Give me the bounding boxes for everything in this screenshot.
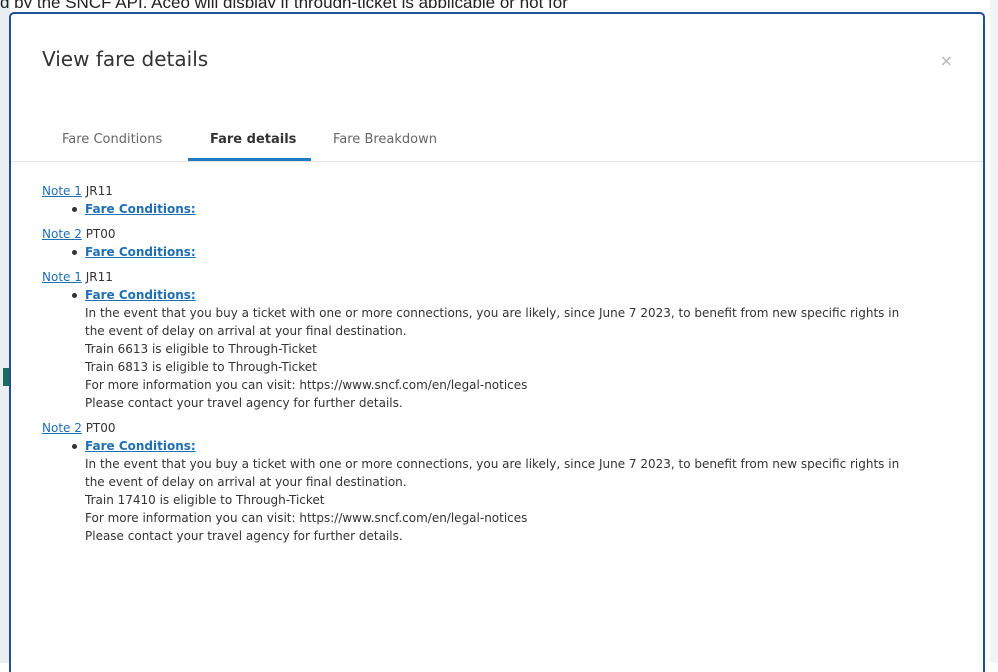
fare-condition-text: Train 17410 is eligible to Through-Ticke… (85, 493, 325, 507)
note-code: JR11 (85, 270, 113, 284)
background-right-edge (990, 0, 998, 663)
fare-condition-text: Train 6813 is eligible to Through-Ticket (85, 360, 317, 374)
fare-condition-text: Please contact your travel agency for fu… (85, 396, 403, 410)
active-tab-indicator (188, 158, 311, 161)
fare-conditions-link[interactable]: Fare Conditions: (85, 288, 196, 302)
note-list: Fare Conditions: (42, 243, 983, 261)
note-list: Fare Conditions: In the event that you b… (42, 437, 983, 545)
fare-condition-text: Please contact your travel agency for fu… (85, 529, 403, 543)
tab-fare-details[interactable]: Fare details (210, 132, 296, 147)
background-page-text: d by the SNCF API, Aceo will display if … (0, 0, 998, 8)
modal-tabs: Fare Conditions Fare details Fare Breakd… (11, 106, 983, 162)
tab-fare-breakdown[interactable]: Fare Breakdown (333, 132, 437, 147)
fare-details-content: Note 1 JR11 Fare Conditions: Note 2 PT00… (11, 162, 983, 545)
fare-condition-text: In the event that you buy a ticket with … (85, 306, 900, 320)
fare-details-modal: View fare details × Fare Conditions Fare… (9, 12, 985, 672)
note-block: Note 2 PT00 Fare Conditions: In the even… (42, 419, 983, 545)
note-code: PT00 (85, 227, 116, 241)
fare-condition-text: For more information you can visit: http… (85, 511, 528, 525)
modal-header: View fare details × (11, 14, 983, 106)
fare-condition-text: For more information you can visit: http… (85, 378, 528, 392)
fare-condition-text: the event of delay on arrival at your fi… (85, 324, 407, 338)
list-item: Fare Conditions: (72, 200, 983, 218)
fare-condition-text: the event of delay on arrival at your fi… (85, 475, 407, 489)
fare-conditions-link[interactable]: Fare Conditions: (85, 202, 196, 216)
note-link[interactable]: Note 1 (42, 184, 82, 198)
list-item: Fare Conditions: In the event that you b… (72, 437, 983, 545)
list-item: Fare Conditions: In the event that you b… (72, 286, 983, 412)
fare-condition-text: Train 6613 is eligible to Through-Ticket (85, 342, 317, 356)
list-item: Fare Conditions: (72, 243, 983, 261)
note-block: Note 1 JR11 Fare Conditions: In the even… (42, 268, 983, 412)
modal-title: View fare details (42, 47, 209, 71)
note-link[interactable]: Note 2 (42, 227, 82, 241)
note-code: PT00 (85, 421, 116, 435)
note-block: Note 1 JR11 Fare Conditions: (42, 182, 983, 218)
note-code: JR11 (85, 184, 113, 198)
tab-fare-conditions[interactable]: Fare Conditions (62, 132, 162, 147)
note-block: Note 2 PT00 Fare Conditions: (42, 225, 983, 261)
note-link[interactable]: Note 2 (42, 421, 82, 435)
fare-conditions-link[interactable]: Fare Conditions: (85, 245, 196, 259)
fare-conditions-link[interactable]: Fare Conditions: (85, 439, 196, 453)
note-link[interactable]: Note 1 (42, 270, 82, 284)
note-list: Fare Conditions: (42, 200, 983, 218)
note-list: Fare Conditions: In the event that you b… (42, 286, 983, 412)
close-icon[interactable]: × (940, 52, 953, 70)
fare-condition-text: In the event that you buy a ticket with … (85, 457, 900, 471)
